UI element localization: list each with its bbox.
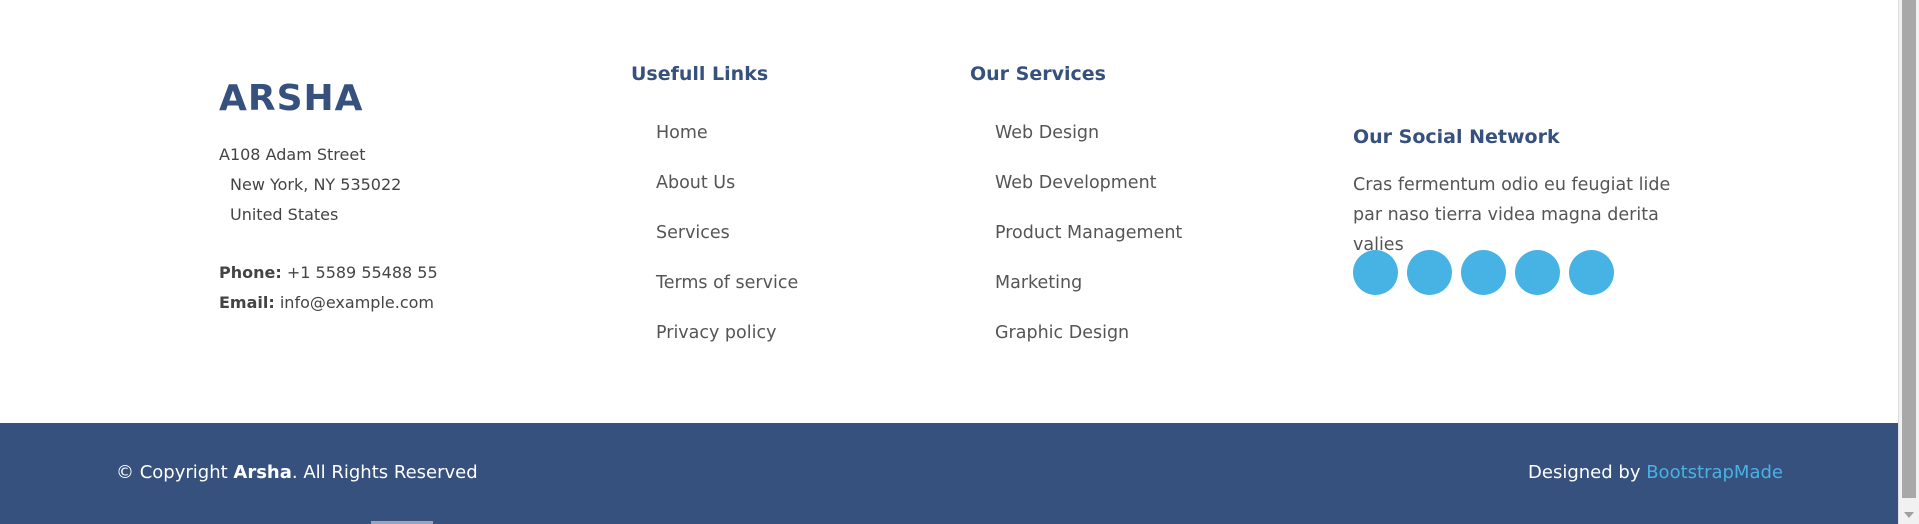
service-marketing[interactable]: Marketing [970, 258, 1182, 308]
skype-icon[interactable] [1515, 250, 1560, 295]
address-line-3: United States [230, 205, 339, 224]
phone-label: Phone: [219, 263, 282, 282]
credits: Designed by BootstrapMade [1528, 462, 1783, 483]
email-label: Email: [219, 293, 275, 312]
useful-link-privacy[interactable]: Privacy policy [631, 308, 798, 358]
useful-links-list: Home About Us Services Terms of service … [631, 108, 798, 358]
brand-logo[interactable]: ARSHA [219, 78, 364, 119]
copyright-suffix: . All Rights Reserved [291, 462, 478, 483]
twitter-icon[interactable] [1353, 250, 1398, 295]
social-icons [1353, 250, 1614, 295]
service-web-development[interactable]: Web Development [970, 158, 1182, 208]
services-heading: Our Services [970, 63, 1106, 85]
vertical-scrollbar[interactable] [1898, 0, 1919, 524]
footer-bottom: © Copyright Arsha. All Rights Reserved D… [0, 423, 1899, 524]
useful-link-about[interactable]: About Us [631, 158, 798, 208]
address-block: A108 Adam Street New York, NY 535022 Uni… [219, 140, 401, 230]
service-web-design[interactable]: Web Design [970, 108, 1182, 158]
services-list: Web Design Web Development Product Manag… [970, 108, 1182, 358]
page: ARSHA A108 Adam Street New York, NY 5350… [0, 0, 1919, 524]
instagram-icon[interactable] [1461, 250, 1506, 295]
service-graphic-design[interactable]: Graphic Design [970, 308, 1182, 358]
service-label[interactable]: Web Design [995, 123, 1099, 143]
email-row: Email: info@example.com [219, 288, 438, 318]
service-label[interactable]: Marketing [995, 273, 1082, 293]
designer-link[interactable]: BootstrapMade [1646, 462, 1783, 483]
phone-row: Phone: +1 5589 55488 55 [219, 258, 438, 288]
facebook-icon[interactable] [1407, 250, 1452, 295]
scroll-down-arrow-icon[interactable] [1904, 512, 1914, 518]
contact-block: Phone: +1 5589 55488 55 Email: info@exam… [219, 258, 438, 318]
social-heading: Our Social Network [1353, 126, 1560, 148]
service-label[interactable]: Product Management [995, 223, 1182, 243]
useful-link-services[interactable]: Services [631, 208, 798, 258]
useful-link-label[interactable]: Home [656, 123, 708, 143]
useful-links-heading: Usefull Links [631, 63, 769, 85]
useful-link-home[interactable]: Home [631, 108, 798, 158]
service-product-management[interactable]: Product Management [970, 208, 1182, 258]
email-value: info@example.com [279, 293, 434, 312]
address-line-1: A108 Adam Street [219, 145, 366, 164]
service-label[interactable]: Graphic Design [995, 323, 1129, 343]
useful-link-terms[interactable]: Terms of service [631, 258, 798, 308]
designed-by-label: Designed by [1528, 462, 1647, 483]
address-line-2: New York, NY 535022 [230, 175, 402, 194]
copyright-brand: Arsha [233, 462, 292, 483]
footer-top: ARSHA A108 Adam Street New York, NY 5350… [0, 0, 1899, 423]
service-label[interactable]: Web Development [995, 173, 1157, 193]
scrollbar-thumb[interactable] [1902, 0, 1916, 498]
social-description: Cras fermentum odio eu feugiat lide par … [1353, 175, 1671, 255]
copyright-prefix: © Copyright [116, 462, 234, 483]
useful-link-label[interactable]: Privacy policy [656, 323, 776, 343]
linkedin-icon[interactable] [1569, 250, 1614, 295]
phone-value: +1 5589 55488 55 [286, 263, 438, 282]
copyright: © Copyright Arsha. All Rights Reserved [116, 462, 478, 483]
useful-link-label[interactable]: Terms of service [656, 273, 798, 293]
useful-link-label[interactable]: About Us [656, 173, 735, 193]
useful-link-label[interactable]: Services [656, 223, 730, 243]
